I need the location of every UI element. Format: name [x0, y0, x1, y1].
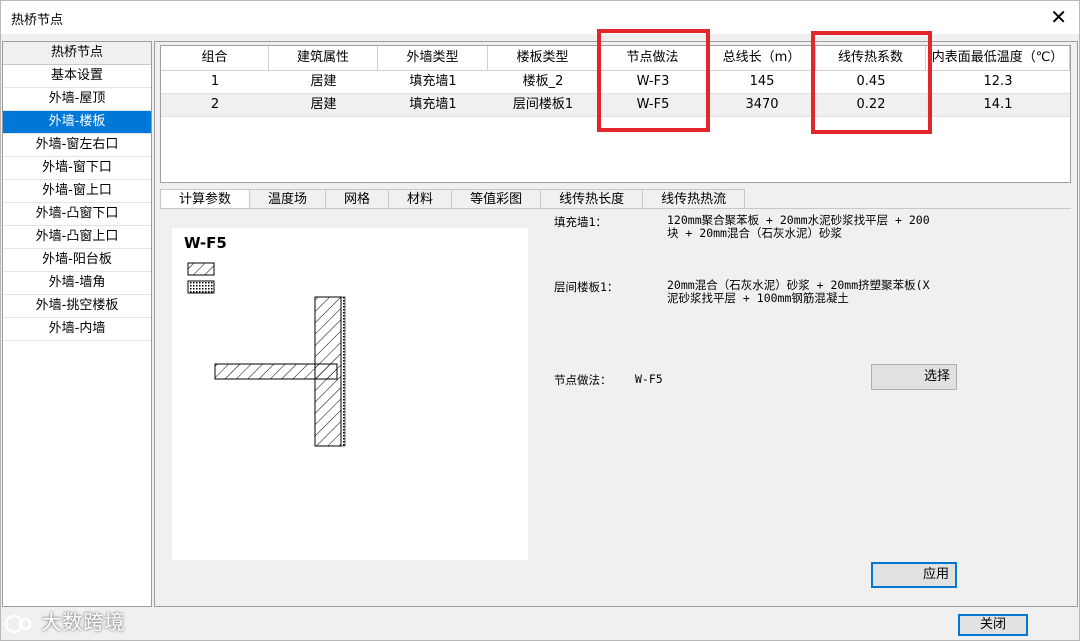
- table-row[interactable]: 1 居建 填充墙1 楼板_2 W-F3 145 0.45 12.3: [161, 71, 1070, 94]
- node-diagram: W-F5: [172, 228, 528, 560]
- column-header[interactable]: 节点做法: [598, 46, 708, 70]
- tab[interactable]: 计算参数: [160, 189, 251, 210]
- tab[interactable]: 线传热热流: [642, 189, 746, 209]
- sidebar-item[interactable]: 外墙-墙角: [3, 272, 151, 295]
- sidebar-item[interactable]: 外墙-楼板: [3, 111, 151, 134]
- tab[interactable]: 温度场: [249, 189, 327, 209]
- close-icon[interactable]: ✕: [1050, 5, 1067, 29]
- sidebar-item[interactable]: 基本设置: [3, 65, 151, 88]
- table-cell: 2: [210, 97, 220, 112]
- select-button[interactable]: 选择: [871, 364, 957, 390]
- tab[interactable]: 等值彩图: [451, 189, 542, 209]
- sidebar-item[interactable]: 外墙-凸窗下口: [3, 203, 151, 226]
- node-method-value: W-F5: [635, 372, 663, 386]
- wall-description-line2: 块 + 20mm混合（石灰水泥）砂浆: [667, 227, 842, 239]
- table-cell: W-F3: [636, 74, 670, 89]
- watermark: 大数跨境: [4, 606, 125, 635]
- tab-strip: 计算参数 温度场 网格 材料 等值彩图 线传热长度 线传热热流: [160, 189, 746, 210]
- table-cell: W-F5: [636, 97, 670, 112]
- wall-type-label: 填充墙1：: [554, 215, 607, 229]
- sidebar-item[interactable]: 外墙-内墙: [3, 318, 151, 341]
- table-cell: 层间楼板1: [512, 97, 574, 112]
- table-cell: 填充墙1: [409, 97, 457, 112]
- node-method-label: 节点做法：: [554, 373, 612, 387]
- sidebar-list: 基本设置 外墙-屋顶 外墙-楼板 外墙-窗左右口 外墙-窗下口 外墙-窗上口 外墙-凸窗下口…: [3, 65, 151, 341]
- column-header[interactable]: 组合: [161, 46, 269, 70]
- table-body: 1 居建 填充墙1 楼板_2 W-F3 145 0.45 12.3 2 居建 填充墙1 层间楼板1 W-…: [161, 71, 1070, 117]
- table-cell: 居建: [310, 74, 337, 89]
- title-bar: 热桥节点 ✕: [0, 0, 1080, 35]
- column-header[interactable]: 外墙类型: [378, 46, 488, 70]
- table-cell: 3470: [745, 97, 779, 112]
- sidebar-item[interactable]: 外墙-窗左右口: [3, 134, 151, 157]
- table-header: 组合 建筑属性 外墙类型 楼板类型 节点做法 总线长（m） 线传热系数 内表面最低温度（℃）: [161, 46, 1070, 71]
- table-cell: 14.1: [983, 97, 1013, 112]
- window-title: 热桥节点: [11, 13, 64, 28]
- table-cell: 填充墙1: [409, 74, 457, 89]
- sidebar: 热桥节点 基本设置 外墙-屋顶 外墙-楼板 外墙-窗左右口 外墙-窗下口 外墙-窗上口 外墙…: [2, 41, 152, 607]
- node-section-drawing: [187, 262, 346, 447]
- table-cell: 145: [749, 74, 775, 89]
- tab[interactable]: 网格: [325, 189, 390, 209]
- sidebar-item[interactable]: 外墙-窗下口: [3, 157, 151, 180]
- column-header[interactable]: 楼板类型: [488, 46, 598, 70]
- column-header[interactable]: 建筑属性: [269, 46, 378, 70]
- sidebar-header: 热桥节点: [3, 42, 151, 65]
- close-button[interactable]: 关闭: [958, 614, 1028, 636]
- sidebar-item[interactable]: 外墙-屋顶: [3, 88, 151, 111]
- column-header[interactable]: 线传热系数: [816, 46, 926, 70]
- table-cell: 0.45: [856, 74, 886, 89]
- sidebar-item[interactable]: 外墙-挑空楼板: [3, 295, 151, 318]
- table-cell: 居建: [310, 97, 337, 112]
- watermark-text: 大数跨境: [41, 610, 126, 634]
- sidebar-item[interactable]: 外墙-凸窗上口: [3, 226, 151, 249]
- apply-button[interactable]: 应用: [871, 562, 957, 588]
- sidebar-item[interactable]: 外墙-阳台板: [3, 249, 151, 272]
- sidebar-item[interactable]: 外墙-窗上口: [3, 180, 151, 203]
- tab[interactable]: 材料: [388, 189, 453, 209]
- table-row[interactable]: 2 居建 填充墙1 层间楼板1 W-F5 3470 0.22 14.1: [161, 94, 1070, 117]
- table-cell: 12.3: [983, 74, 1013, 89]
- slab-description-line2: 泥砂浆找平层 + 100mm钢筋混凝土: [667, 292, 849, 304]
- node-table: 组合 建筑属性 外墙类型 楼板类型 节点做法 总线长（m） 线传热系数 内表面最低温度（℃） …: [160, 45, 1071, 183]
- column-header[interactable]: 内表面最低温度（℃）: [926, 46, 1070, 70]
- tab[interactable]: 线传热长度: [540, 189, 644, 209]
- slab-type-label: 层间楼板1：: [554, 280, 619, 294]
- wall-description-line1: 120mm聚合聚苯板 + 20mm水泥砂浆找平层 + 200: [667, 214, 930, 226]
- table-cell: 0.22: [856, 97, 886, 112]
- watermark-logo-icon: [4, 614, 32, 633]
- table-cell: 1: [210, 74, 220, 89]
- column-header[interactable]: 总线长（m）: [708, 46, 816, 70]
- table-cell: 楼板_2: [522, 74, 564, 89]
- slab-description-line1: 20mm混合（石灰水泥）砂浆 + 20mm挤塑聚苯板(X: [667, 279, 930, 291]
